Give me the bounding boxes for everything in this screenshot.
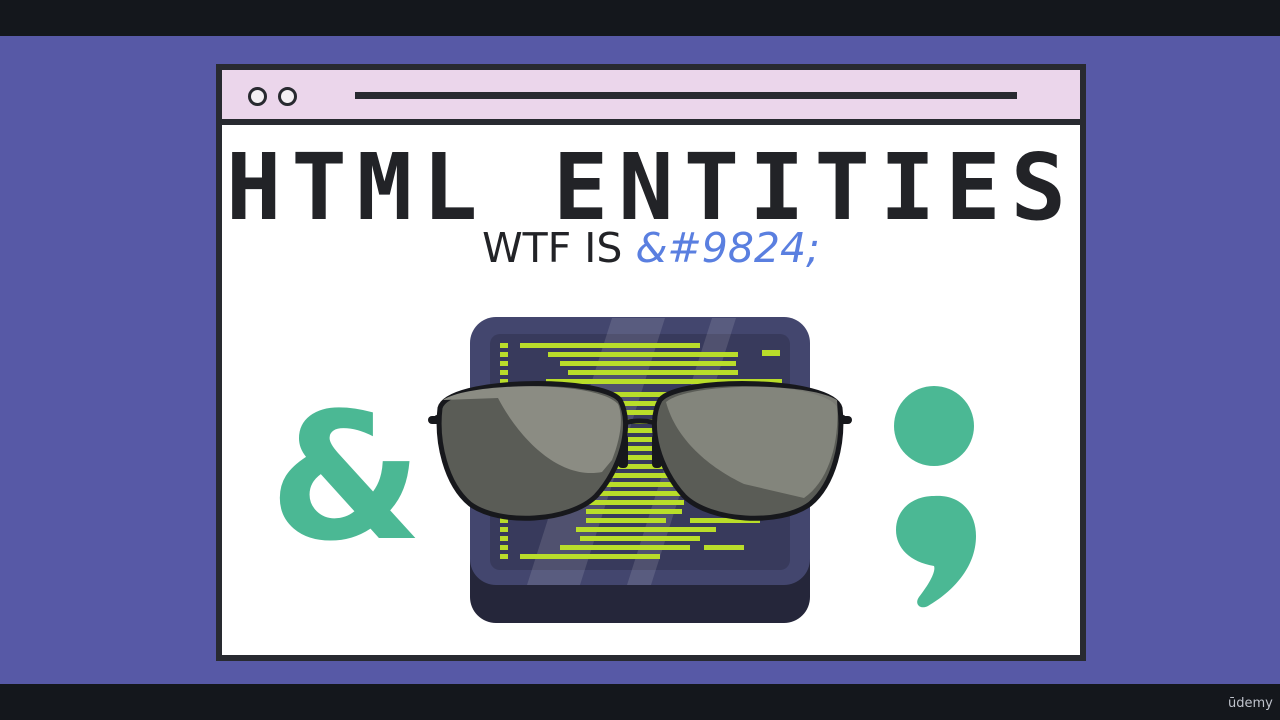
semicolon-icon	[894, 386, 976, 608]
illustration-layer: &	[269, 317, 976, 623]
ampersand-icon: &	[269, 375, 422, 580]
udemy-watermark: ūdemy	[1228, 696, 1273, 711]
terminal-with-aviator-sunglasses-icon	[428, 317, 852, 623]
letterbox-bottom	[0, 684, 1280, 720]
